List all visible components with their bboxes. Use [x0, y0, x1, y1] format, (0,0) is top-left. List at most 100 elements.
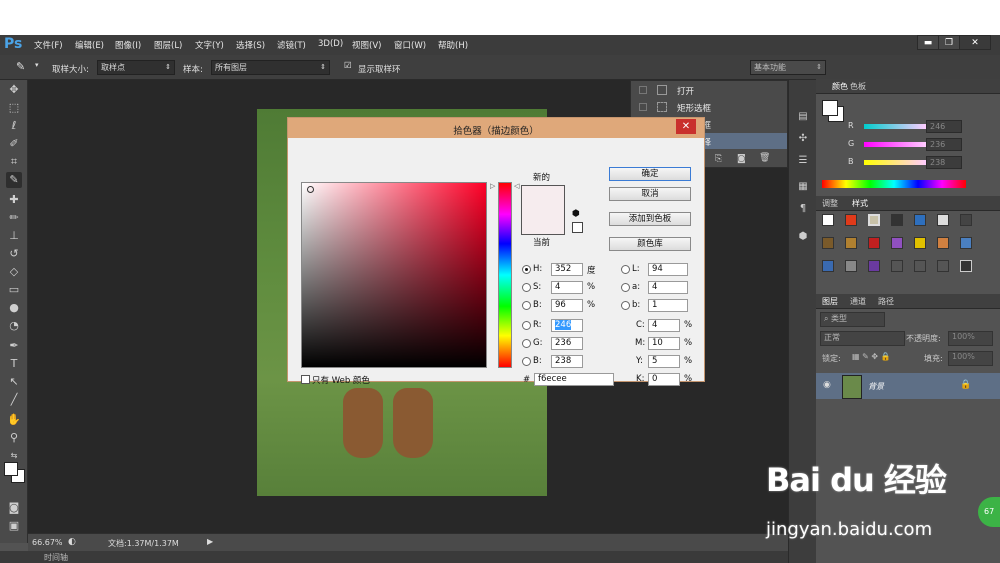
timeline-tab[interactable]: 时间轴: [44, 552, 68, 563]
type-tool-icon[interactable]: T: [6, 356, 22, 372]
quick-select-tool-icon[interactable]: ✐: [6, 136, 22, 152]
cancel-button[interactable]: 取消: [609, 187, 691, 201]
blue-radio[interactable]: [522, 357, 531, 366]
style-swatch[interactable]: [891, 260, 903, 272]
status-menu-arrow-icon[interactable]: ▶: [207, 537, 213, 546]
history-item[interactable]: 打开: [631, 82, 787, 98]
style-swatch[interactable]: [937, 260, 949, 272]
style-swatch[interactable]: [845, 260, 857, 272]
quick-mask-icon[interactable]: ◙: [6, 500, 22, 516]
history-item[interactable]: 矩形选框: [631, 99, 787, 115]
hue-radio[interactable]: [522, 265, 531, 274]
menu-layer[interactable]: 图层(L): [154, 39, 182, 51]
style-swatch[interactable]: [845, 237, 857, 249]
brush-tool-icon[interactable]: ✏: [6, 210, 22, 226]
style-swatch[interactable]: [914, 237, 926, 249]
out-of-gamut-cube-icon[interactable]: ⬢: [572, 209, 580, 219]
fill-input[interactable]: 100%: [948, 351, 993, 366]
dialog-close-button[interactable]: ✕: [676, 119, 696, 134]
path-select-tool-icon[interactable]: ↖: [6, 374, 22, 390]
show-ring-checkbox[interactable]: ☑: [344, 61, 352, 71]
zoom-tool-icon[interactable]: ⚲: [6, 430, 22, 446]
layer-name[interactable]: 背景: [868, 381, 884, 392]
stamp-tool-icon[interactable]: ⊥: [6, 228, 22, 244]
eye-icon[interactable]: ◉: [823, 380, 831, 390]
marquee-tool-icon[interactable]: ⬚: [6, 100, 22, 116]
slider-r[interactable]: R 246: [820, 120, 996, 134]
g-slider-bar[interactable]: [864, 142, 926, 147]
lab-b-input[interactable]: 1: [648, 299, 688, 312]
restore-button[interactable]: ❐: [938, 35, 960, 50]
hex-input[interactable]: f6ecee: [534, 373, 614, 386]
green-input[interactable]: 236: [551, 337, 583, 350]
minimize-button[interactable]: ▬: [917, 35, 939, 50]
dialog-titlebar[interactable]: 拾色器（描边颜色） ✕: [288, 118, 704, 138]
menu-3d[interactable]: 3D(D): [318, 39, 343, 49]
tab-swatches[interactable]: 色板: [850, 81, 866, 92]
info-panel-icon[interactable]: ▦: [796, 180, 810, 194]
foreground-color-swatch[interactable]: [4, 462, 18, 476]
tool-preset-arrow-icon[interactable]: ▾: [35, 61, 39, 69]
sample-select[interactable]: 所有图层 ⇕: [211, 60, 330, 75]
hue-input[interactable]: 352: [551, 263, 583, 276]
l-radio[interactable]: [621, 265, 630, 274]
hand-tool-icon[interactable]: ✋: [6, 412, 22, 428]
menu-help[interactable]: 帮助(H): [438, 39, 468, 51]
3d-cube-icon[interactable]: ⬢: [796, 230, 810, 244]
style-swatch[interactable]: [822, 214, 834, 226]
adjust-icon[interactable]: ☰: [796, 154, 810, 168]
g-value[interactable]: 236: [926, 138, 962, 151]
menu-filter[interactable]: 滤镜(T): [277, 39, 306, 51]
b-value[interactable]: 238: [926, 156, 962, 169]
dodge-tool-icon[interactable]: ◔: [6, 318, 22, 334]
style-swatch[interactable]: [822, 237, 834, 249]
brightness-input[interactable]: 96: [551, 299, 583, 312]
web-colors-checkbox[interactable]: [301, 375, 310, 384]
m-input[interactable]: 10: [648, 337, 680, 350]
close-window-button[interactable]: ✕: [959, 35, 991, 50]
history-checkbox[interactable]: [639, 103, 647, 111]
web-safe-swatch[interactable]: [572, 222, 583, 233]
style-swatch[interactable]: [822, 260, 834, 272]
brush-presets-icon[interactable]: ✣: [796, 132, 810, 146]
paragraph-icon[interactable]: ¶: [796, 202, 810, 216]
saturation-brightness-field[interactable]: [301, 182, 487, 368]
menu-window[interactable]: 窗口(W): [394, 39, 426, 51]
saturation-input[interactable]: 4: [551, 281, 583, 294]
tab-channels[interactable]: 通道: [850, 296, 866, 307]
layer-row[interactable]: ◉ 背景 🔒: [816, 373, 1000, 399]
y-input[interactable]: 5: [648, 355, 680, 368]
tab-styles[interactable]: 样式: [852, 198, 868, 209]
red-radio[interactable]: [522, 321, 531, 330]
trash-icon[interactable]: 🗑: [759, 153, 770, 163]
hue-slider-left-arrow-icon[interactable]: ▷: [490, 182, 495, 190]
brightness-radio[interactable]: [522, 301, 531, 310]
style-swatch[interactable]: [868, 260, 880, 272]
eraser-tool-icon[interactable]: ◇: [6, 264, 22, 280]
hue-slider-right-arrow-icon[interactable]: ◁: [514, 182, 519, 190]
slider-g[interactable]: G 236: [820, 138, 996, 152]
histogram-icon[interactable]: ▤: [796, 110, 810, 124]
a-radio[interactable]: [621, 283, 630, 292]
move-tool-icon[interactable]: ✥: [6, 82, 22, 98]
new-document-from-state-icon[interactable]: ⎘: [715, 154, 722, 164]
l-input[interactable]: 94: [648, 263, 688, 276]
menu-select[interactable]: 选择(S): [236, 39, 265, 51]
ok-button[interactable]: 确定: [609, 167, 691, 181]
layer-filter-select[interactable]: ⌕ 类型: [820, 312, 885, 327]
blue-input[interactable]: 238: [551, 355, 583, 368]
tab-paths[interactable]: 路径: [878, 296, 894, 307]
color-panel-foreground[interactable]: [822, 100, 838, 116]
a-input[interactable]: 4: [648, 281, 688, 294]
tab-layers[interactable]: 图层: [822, 296, 838, 307]
style-swatch[interactable]: [960, 260, 972, 272]
style-swatch[interactable]: [914, 214, 926, 226]
hue-slider[interactable]: [498, 182, 512, 368]
menu-edit[interactable]: 编辑(E): [75, 39, 104, 51]
eyedropper-tool-icon[interactable]: ✎: [16, 60, 25, 73]
style-swatch[interactable]: [914, 260, 926, 272]
workspace-select[interactable]: 基本功能 ⇕: [750, 60, 826, 75]
k-input[interactable]: 0: [648, 373, 680, 386]
style-swatch[interactable]: [868, 237, 880, 249]
r-slider-bar[interactable]: [864, 124, 926, 129]
